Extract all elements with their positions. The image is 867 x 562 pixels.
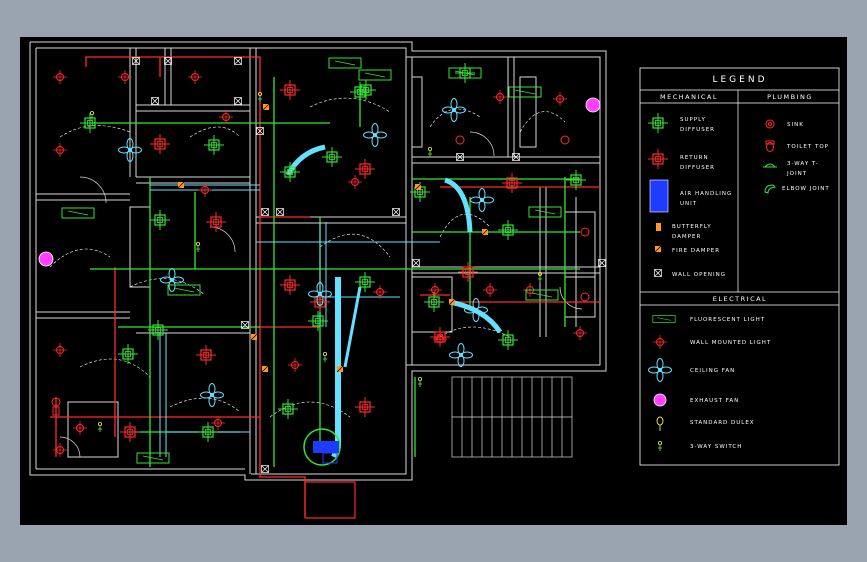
legend-panel: LEGEND MECHANICAL PLUMBING ELECTRICAL SU… bbox=[639, 67, 840, 466]
legend-mechanical-heading: MECHANICAL bbox=[660, 93, 718, 101]
legend-mech-0-l2: DIFFUSER bbox=[680, 127, 715, 133]
legend-plumbing-heading: PLUMBING bbox=[767, 93, 813, 101]
wall-openings bbox=[132, 57, 606, 473]
cad-viewport[interactable]: LEGEND MECHANICAL PLUMBING ELECTRICAL SU… bbox=[20, 37, 847, 525]
ahu-unit bbox=[303, 428, 341, 466]
stairs bbox=[451, 376, 573, 458]
legend-title: LEGEND bbox=[712, 75, 767, 85]
exhaust-fan-icon bbox=[653, 393, 667, 407]
butterfly-damper-icon bbox=[656, 223, 661, 231]
legend-mech-3-l1: BUTTERFLY bbox=[672, 224, 712, 230]
ceiling-fans bbox=[118, 98, 494, 407]
legend-mech-0-l1: SUPPLY bbox=[680, 117, 706, 123]
outside-unit bbox=[304, 481, 356, 519]
fluorescent-lights bbox=[61, 57, 562, 464]
legend-elec-0: FLUORESCENT LIGHT bbox=[690, 317, 765, 323]
legend-mech-1-l1: RETURN bbox=[680, 155, 709, 161]
cyan-ducts bbox=[150, 184, 440, 457]
legend-mech-4-l1: FIRE DAMPER bbox=[672, 248, 720, 254]
legend-elec-3: EXHAUST FAN bbox=[690, 398, 739, 404]
air-handling-unit-icon bbox=[649, 179, 669, 213]
floor-plan-drawing: LEGEND MECHANICAL PLUMBING ELECTRICAL SU… bbox=[29, 41, 840, 519]
legend-plumb-3-l1: ELBOW JOINT bbox=[782, 186, 830, 192]
supply-diffusers bbox=[79, 62, 587, 443]
legend-electrical-heading: ELECTRICAL bbox=[713, 295, 767, 303]
legend-mech-2-l2: UNIT bbox=[680, 201, 697, 207]
legend-plumb-2-l2: JOINT bbox=[786, 171, 807, 177]
legend-elec-5: 3-WAY SWITCH bbox=[690, 444, 742, 450]
legend-elec-4: STANDARD DULEX bbox=[690, 420, 755, 426]
legend-plumb-1-l1: TOILET TOP bbox=[786, 144, 829, 150]
legend-elec-2: CEILING FAN bbox=[690, 368, 735, 374]
legend-plumb-2-l1: 3-WAY T- bbox=[787, 161, 819, 167]
legend-elec-1: WALL MOUNTED LIGHT bbox=[690, 340, 771, 346]
legend-mech-1-l2: DIFFUSER bbox=[680, 165, 715, 171]
walls bbox=[29, 41, 607, 481]
legend-mech-5-l1: WALL OPENING bbox=[672, 272, 726, 278]
legend-mech-2-l1: AIR HANDLING bbox=[680, 191, 732, 197]
legend-plumb-0-l1: SINK bbox=[787, 122, 804, 128]
fire-damper-icon bbox=[654, 245, 662, 253]
legend-mech-3-l2: DAMPER bbox=[672, 234, 701, 240]
